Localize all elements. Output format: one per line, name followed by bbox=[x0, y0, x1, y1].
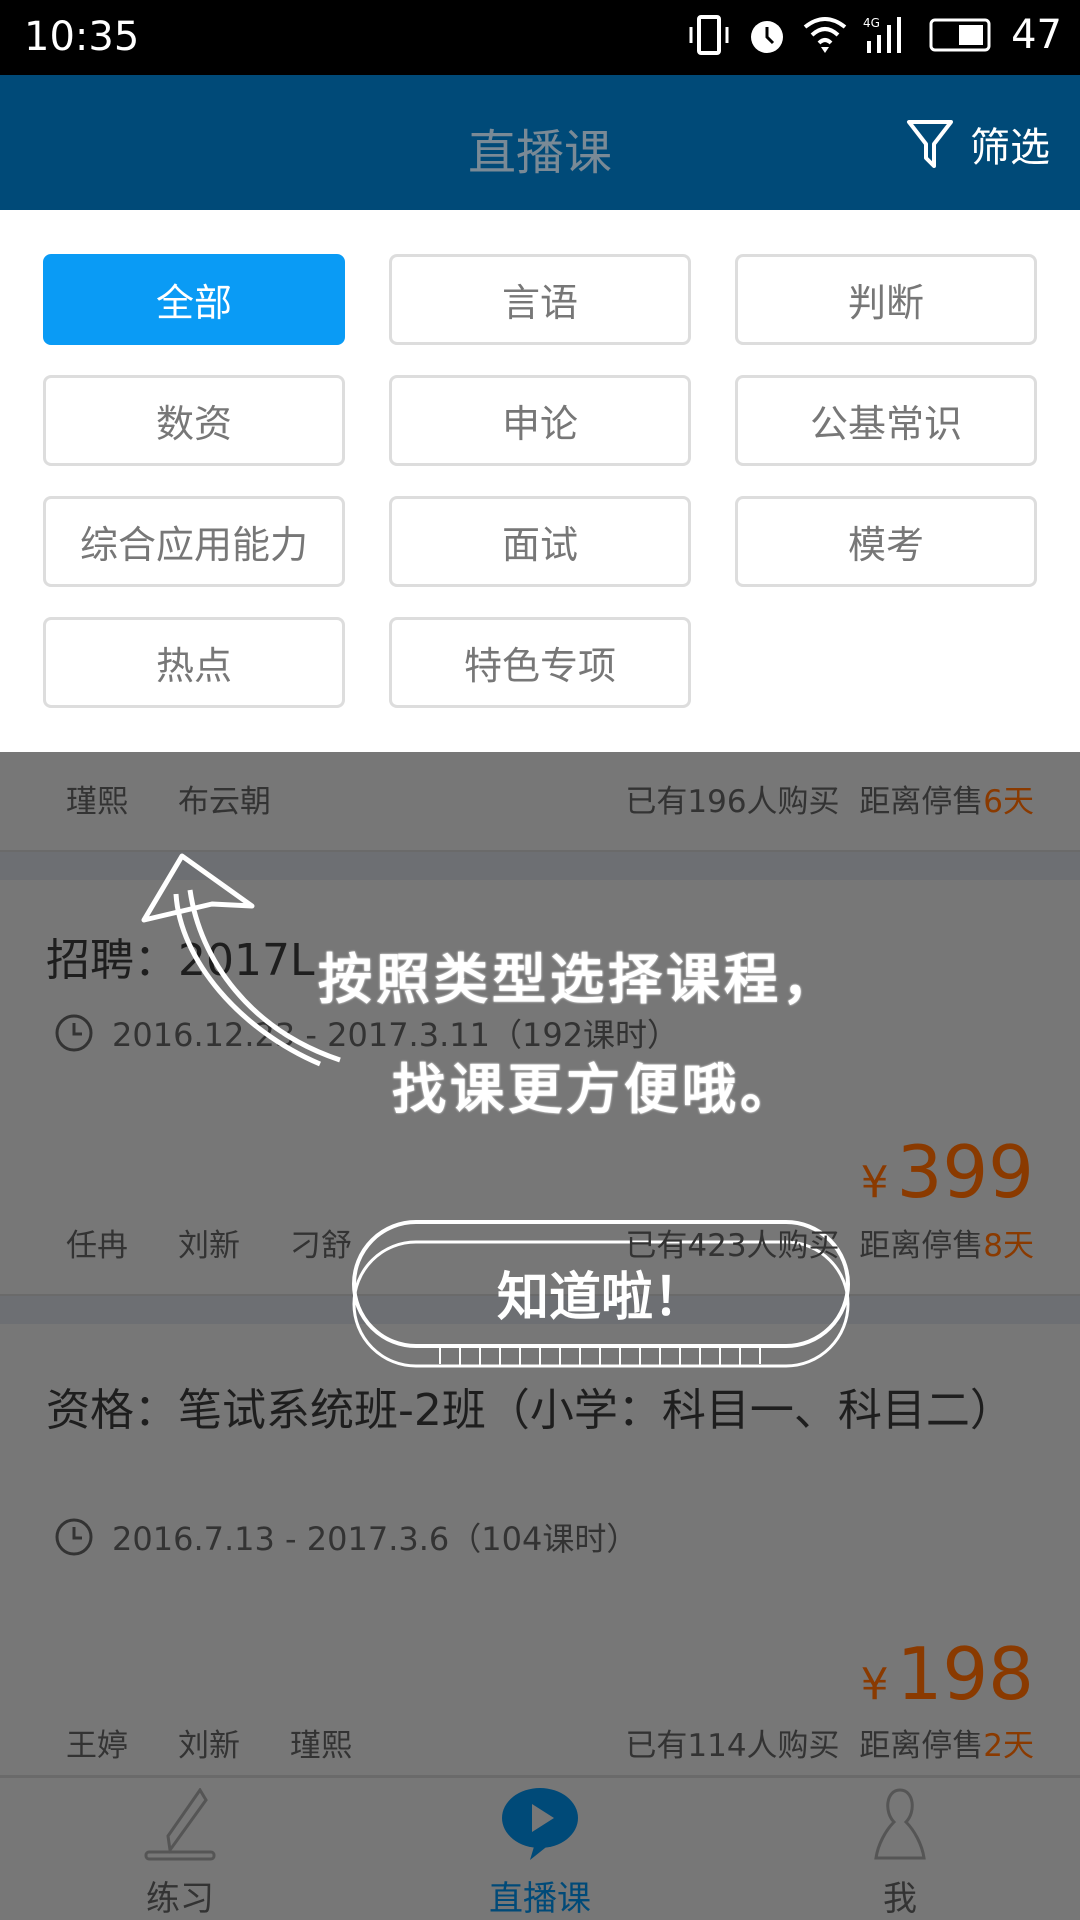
network-type: 4G bbox=[863, 16, 880, 30]
bottom-nav: 练习 直播课 我 bbox=[0, 1775, 1080, 1920]
nav-live[interactable]: 直播课 bbox=[440, 1788, 640, 1920]
stop-days: 2天 bbox=[983, 1728, 1034, 1764]
nav-label: 练习 bbox=[146, 1879, 214, 1919]
category-tile[interactable]: 面试 bbox=[389, 496, 691, 587]
battery-icon bbox=[929, 18, 991, 52]
nav-practice[interactable]: 练习 bbox=[80, 1787, 280, 1920]
course-teachers: 瑾熙 布云朝 bbox=[66, 776, 271, 821]
course-sales-meta: 已有114人购买 距离停售2天 bbox=[625, 1720, 1034, 1765]
stop-label: 距离停售 bbox=[859, 784, 984, 820]
teacher-name: 王婷 bbox=[66, 1728, 128, 1764]
category-tile[interactable]: 模考 bbox=[735, 496, 1037, 587]
nav-me[interactable]: 我 bbox=[800, 1788, 1000, 1920]
stop-label: 距离停售 bbox=[859, 1228, 984, 1264]
course-title: 资格：笔试系统班-2班（小学：科目一、科目二） bbox=[46, 1385, 1014, 1436]
course-sales-meta: 已有196人购买 距离停售6天 bbox=[625, 776, 1034, 821]
course-price: ¥198 bbox=[861, 1632, 1034, 1716]
course-date: 2016.7.13 - 2017.3.6（104课时） bbox=[54, 1514, 638, 1560]
category-tile[interactable]: 数资 bbox=[43, 375, 345, 466]
currency: ¥ bbox=[860, 1659, 889, 1710]
nav-label: 我 bbox=[883, 1879, 917, 1919]
course-teachers: 任冉 刘新 刁舒 bbox=[66, 1220, 352, 1265]
price-value: 198 bbox=[896, 1632, 1034, 1716]
teacher-name: 瑾熙 bbox=[66, 784, 128, 820]
buyers-count: 已有423人购买 bbox=[625, 1228, 840, 1264]
filter-label: 筛选 bbox=[970, 125, 1050, 171]
teacher-name: 任冉 bbox=[66, 1228, 128, 1264]
clock-icon bbox=[55, 1518, 93, 1556]
nav-label: 直播课 bbox=[489, 1879, 591, 1919]
teacher-name: 刁舒 bbox=[290, 1228, 352, 1264]
category-tile[interactable]: 特色专项 bbox=[389, 617, 691, 708]
app-header: 直播课 筛选 bbox=[0, 75, 1080, 210]
stop-days: 6天 bbox=[983, 784, 1034, 820]
teacher-name: 刘新 bbox=[178, 1228, 240, 1264]
price-value: 399 bbox=[896, 1130, 1034, 1214]
category-tile[interactable]: 判断 bbox=[735, 254, 1037, 345]
teacher-name: 瑾熙 bbox=[290, 1728, 352, 1764]
category-tile[interactable]: 言语 bbox=[389, 254, 691, 345]
category-panel: 全部 言语 判断数资 申论 公基常识综合应用能力 面试 模考热点 特色专项 bbox=[0, 210, 1080, 752]
stop-days: 8天 bbox=[983, 1228, 1034, 1264]
play-bubble-icon bbox=[502, 1788, 578, 1860]
pencil-icon bbox=[144, 1787, 216, 1861]
vibrate-icon bbox=[689, 15, 729, 55]
filter-button[interactable]: 筛选 bbox=[906, 115, 1050, 173]
got-it-label: 知道啦！ bbox=[496, 1268, 705, 1328]
funnel-icon bbox=[907, 120, 953, 168]
category-tile[interactable]: 公基常识 bbox=[735, 375, 1037, 466]
category-tile[interactable]: 综合应用能力 bbox=[43, 496, 345, 587]
buyers-count: 已有114人购买 bbox=[625, 1728, 840, 1764]
buyers-count: 已有196人购买 bbox=[625, 784, 840, 820]
course-price: ¥399 bbox=[861, 1130, 1034, 1214]
category-tile[interactable]: 热点 bbox=[43, 617, 345, 708]
teacher-name: 刘新 bbox=[178, 1728, 240, 1764]
category-tile[interactable]: 申论 bbox=[389, 375, 691, 466]
teacher-name: 布云朝 bbox=[178, 784, 271, 820]
course-date-text: 2016.7.13 - 2017.3.6（104课时） bbox=[112, 1520, 639, 1558]
course-teachers: 王婷 刘新 瑾熙 bbox=[66, 1720, 352, 1765]
currency: ¥ bbox=[860, 1157, 889, 1208]
alarm-icon bbox=[751, 21, 784, 53]
category-tile[interactable]: 全部 bbox=[43, 254, 345, 345]
status-time: 10:35 bbox=[24, 14, 140, 60]
status-bar: 10:35 4G 47 bbox=[0, 0, 1080, 75]
battery-level: 47 bbox=[1011, 12, 1062, 58]
stop-label: 距离停售 bbox=[859, 1728, 984, 1764]
guide-text-line2: 找课更方便哦。 bbox=[392, 1058, 798, 1121]
wifi-icon bbox=[803, 17, 847, 53]
person-icon bbox=[874, 1788, 926, 1860]
course-sales-meta: 已有423人购买 距离停售8天 bbox=[625, 1220, 1034, 1265]
signal-icon: 4G bbox=[863, 16, 902, 53]
guide-text-line1: 按照类型选择课程， bbox=[318, 948, 840, 1011]
clock-icon bbox=[55, 1014, 93, 1052]
